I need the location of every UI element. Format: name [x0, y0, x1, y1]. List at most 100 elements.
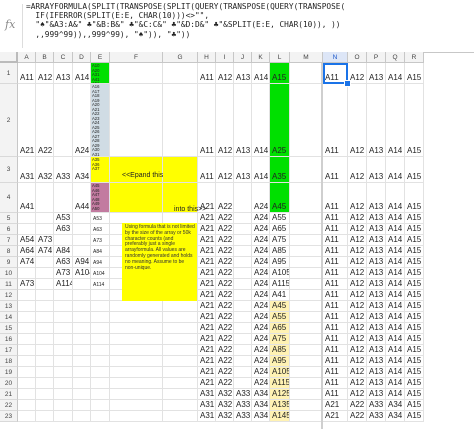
formula-bar[interactable]: fx =ARRAYFORMULA(SPLIT(TRANSPOSE(SPLIT(Q…: [0, 0, 474, 53]
cell-h13[interactable]: A21: [198, 301, 216, 312]
cell-l7[interactable]: A75: [270, 235, 290, 246]
cell-j1[interactable]: A13: [234, 63, 252, 84]
cell-h12[interactable]: A21: [198, 290, 216, 301]
cell-h23[interactable]: A31: [198, 411, 216, 422]
cell-l15[interactable]: A65: [270, 323, 290, 334]
cell-i5[interactable]: A22: [216, 213, 234, 224]
column-header-e[interactable]: E: [91, 52, 110, 63]
cell-f3[interactable]: [110, 157, 163, 183]
cell-e21[interactable]: [91, 389, 110, 400]
cell-n8[interactable]: A11: [323, 246, 348, 257]
cell-r13[interactable]: A15: [405, 301, 424, 312]
cell-e18[interactable]: [91, 356, 110, 367]
row-header-11[interactable]: 11: [0, 279, 18, 290]
cell-n19[interactable]: A11: [323, 367, 348, 378]
cell-i21[interactable]: A32: [216, 389, 234, 400]
cell-j20[interactable]: [234, 378, 252, 389]
cell-n18[interactable]: A11: [323, 356, 348, 367]
cell-m12[interactable]: [290, 290, 323, 301]
cell-e1[interactable]: A10 A20 A31 A41 A51: [91, 63, 110, 84]
cell-m13[interactable]: [290, 301, 323, 312]
column-header-g[interactable]: G: [163, 52, 198, 63]
cell-o14[interactable]: A12: [348, 312, 367, 323]
cell-l5[interactable]: A55: [270, 213, 290, 224]
cell-h7[interactable]: A21: [198, 235, 216, 246]
cell-e16[interactable]: [91, 334, 110, 345]
cell-k6[interactable]: A24: [252, 224, 270, 235]
cell-i10[interactable]: A22: [216, 268, 234, 279]
cell-k4[interactable]: A24: [252, 183, 270, 213]
cell-o22[interactable]: A22: [348, 400, 367, 411]
cell-j9[interactable]: [234, 257, 252, 268]
cell-h10[interactable]: A21: [198, 268, 216, 279]
cell-c5[interactable]: A53: [54, 213, 73, 224]
cell-r19[interactable]: A15: [405, 367, 424, 378]
column-header-b[interactable]: B: [36, 52, 54, 63]
cell-c8[interactable]: A84: [54, 246, 73, 257]
cell-c1[interactable]: A13: [54, 63, 73, 84]
cell-d20[interactable]: [73, 378, 91, 389]
cell-n10[interactable]: A11: [323, 268, 348, 279]
cell-q2[interactable]: A14: [386, 84, 405, 157]
cell-k11[interactable]: A24: [252, 279, 270, 290]
cell-i11[interactable]: A22: [216, 279, 234, 290]
cell-f20[interactable]: [110, 378, 163, 389]
cell-a11[interactable]: A73: [18, 279, 36, 290]
cell-f21[interactable]: [110, 389, 163, 400]
cell-c20[interactable]: [54, 378, 73, 389]
cell-f16[interactable]: [110, 334, 163, 345]
cell-c10[interactable]: A73: [54, 268, 73, 279]
cell-o2[interactable]: A12: [348, 84, 367, 157]
cell-c17[interactable]: [54, 345, 73, 356]
cell-e2[interactable]: A16 A17 A18 A19 A20 A21 A22 A23 A24 A25 A26 A27 A28 A…: [91, 84, 110, 157]
cell-q22[interactable]: A34: [386, 400, 405, 411]
cell-j5[interactable]: [234, 213, 252, 224]
cell-d17[interactable]: [73, 345, 91, 356]
cell-e22[interactable]: [91, 400, 110, 411]
cell-c21[interactable]: [54, 389, 73, 400]
cell-j13[interactable]: [234, 301, 252, 312]
cell-a21[interactable]: [18, 389, 36, 400]
cell-m6[interactable]: [290, 224, 323, 235]
cell-i7[interactable]: A22: [216, 235, 234, 246]
cell-j22[interactable]: A33: [234, 400, 252, 411]
cell-n20[interactable]: A11: [323, 378, 348, 389]
cell-g17[interactable]: [163, 345, 198, 356]
row-header-7[interactable]: 7: [0, 235, 18, 246]
cell-a10[interactable]: [18, 268, 36, 279]
cell-m19[interactable]: [290, 367, 323, 378]
cell-e20[interactable]: [91, 378, 110, 389]
cell-k17[interactable]: A24: [252, 345, 270, 356]
cell-f18[interactable]: [110, 356, 163, 367]
cell-q20[interactable]: A14: [386, 378, 405, 389]
cell-p16[interactable]: A13: [367, 334, 386, 345]
cell-a8[interactable]: A64: [18, 246, 36, 257]
row-header-2[interactable]: 2: [0, 84, 18, 157]
cell-h5[interactable]: A21: [198, 213, 216, 224]
cell-d18[interactable]: [73, 356, 91, 367]
cell-h19[interactable]: A21: [198, 367, 216, 378]
cell-q12[interactable]: A14: [386, 290, 405, 301]
cell-e9[interactable]: A94: [91, 257, 110, 268]
cell-k15[interactable]: A24: [252, 323, 270, 334]
cell-e15[interactable]: [91, 323, 110, 334]
fill-handle[interactable]: [344, 80, 351, 87]
cell-o19[interactable]: A12: [348, 367, 367, 378]
cell-i1[interactable]: A12: [216, 63, 234, 84]
cell-b17[interactable]: [36, 345, 54, 356]
cell-l10[interactable]: A105: [270, 268, 290, 279]
cell-r14[interactable]: A15: [405, 312, 424, 323]
cell-q5[interactable]: A14: [386, 213, 405, 224]
cell-n7[interactable]: A11: [323, 235, 348, 246]
cell-b11[interactable]: [36, 279, 54, 290]
cell-q15[interactable]: A14: [386, 323, 405, 334]
cell-g20[interactable]: [163, 378, 198, 389]
cell-i23[interactable]: A32: [216, 411, 234, 422]
cell-j12[interactable]: [234, 290, 252, 301]
cell-i20[interactable]: A22: [216, 378, 234, 389]
cell-k19[interactable]: A24: [252, 367, 270, 378]
cell-b22[interactable]: [36, 400, 54, 411]
cell-c18[interactable]: [54, 356, 73, 367]
cell-e8[interactable]: A84: [91, 246, 110, 257]
cell-a23[interactable]: [18, 411, 36, 422]
